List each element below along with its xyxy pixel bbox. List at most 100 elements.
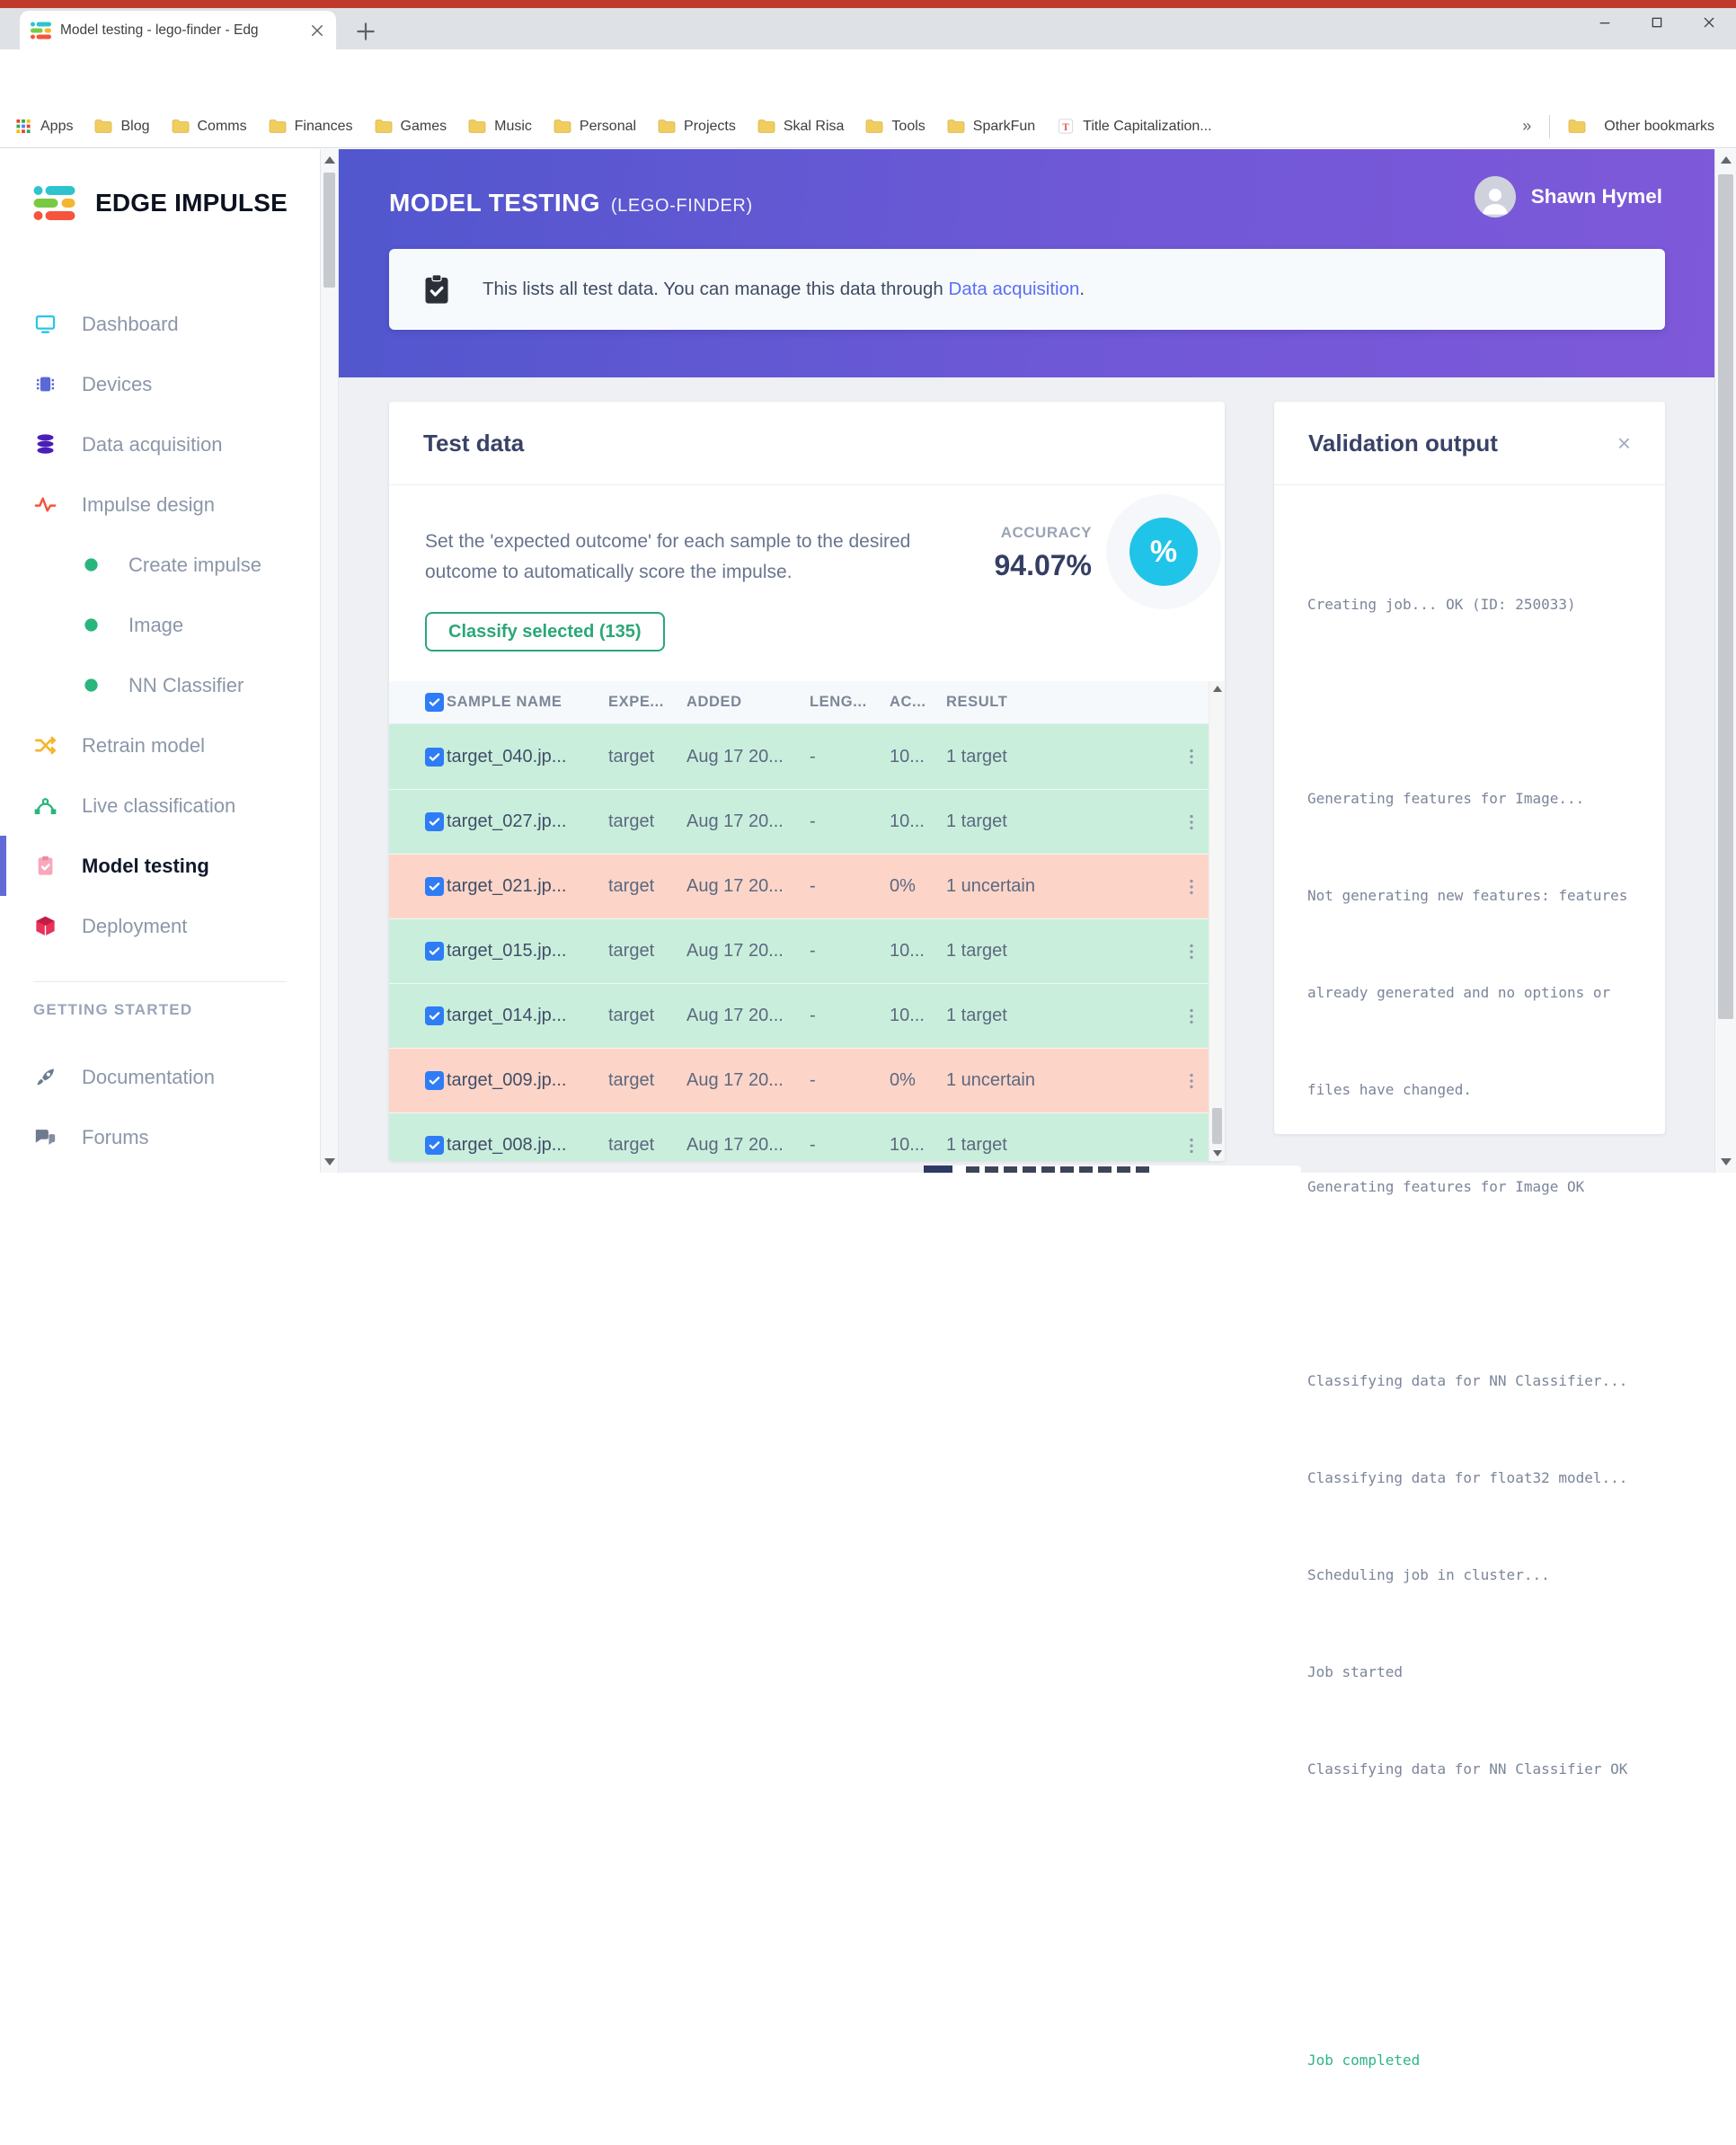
sidebar-scrollbar[interactable]: [320, 149, 339, 1173]
sidebar-item[interactable]: Forums: [0, 1107, 320, 1167]
page-scrollbar[interactable]: [1714, 149, 1736, 1173]
length-cell: -: [810, 1135, 816, 1155]
console-output: Creating job... OK (ID: 250033) Generati…: [1274, 485, 1665, 2145]
row-menu-icon[interactable]: [1182, 876, 1201, 898]
console-line: Creating job... OK (ID: 250033): [1307, 596, 1576, 613]
bookmark-item[interactable]: Apps: [14, 119, 73, 135]
avatar[interactable]: [1474, 176, 1516, 217]
select-all-checkbox[interactable]: [425, 693, 444, 712]
new-tab-button[interactable]: [354, 20, 377, 43]
row-checkbox[interactable]: [425, 812, 444, 831]
user-menu[interactable]: Shawn Hymel: [1474, 176, 1662, 217]
bookmark-item[interactable]: SparkFun: [947, 119, 1035, 135]
bookmark-item[interactable]: T Title Capitalization...: [1057, 119, 1212, 135]
check-icon: [428, 1009, 441, 1023]
column-header[interactable]: RESULT: [946, 694, 1174, 711]
sidebar-item[interactable]: Create impulse: [0, 535, 320, 595]
scroll-up-arrow[interactable]: [1212, 686, 1222, 692]
sidebar-item[interactable]: Live classification: [0, 776, 320, 836]
folder-icon: [172, 119, 190, 134]
minimize-button[interactable]: [1598, 15, 1612, 30]
brand-logo[interactable]: EDGE IMPULSE: [33, 185, 288, 221]
table-row[interactable]: target_027.jp... target Aug 17 20... - 1…: [389, 789, 1225, 854]
table-row[interactable]: target_009.jp... target Aug 17 20... - 0…: [389, 1048, 1225, 1112]
table-row[interactable]: target_015.jp... target Aug 17 20... - 1…: [389, 918, 1225, 983]
expected-cell: target: [608, 1135, 655, 1155]
bookmarks-overflow-chevron[interactable]: »: [1522, 117, 1531, 136]
sidebar-item[interactable]: Impulse design: [0, 474, 320, 535]
row-checkbox[interactable]: [425, 1006, 444, 1025]
row-checkbox[interactable]: [425, 1071, 444, 1090]
sidebar-item[interactable]: Dashboard: [0, 294, 320, 354]
column-header[interactable]: ADDED: [686, 694, 810, 711]
row-menu-icon[interactable]: [1182, 941, 1201, 962]
clipboard-check-icon: [33, 854, 58, 878]
sidebar-item[interactable]: Data acquisition: [0, 414, 320, 474]
row-menu-icon[interactable]: [1182, 811, 1201, 833]
added-cell: Aug 17 20...: [686, 811, 784, 831]
scroll-down-arrow[interactable]: [323, 1158, 335, 1166]
row-checkbox[interactable]: [425, 1136, 444, 1155]
column-header[interactable]: LENG...: [810, 694, 890, 711]
banner-text-before: This lists all test data. You can manage…: [483, 279, 949, 299]
bookmark-item[interactable]: Comms: [172, 119, 247, 135]
added-cell: Aug 17 20...: [686, 876, 784, 896]
bookmark-item[interactable]: Tools: [865, 119, 926, 135]
scrollbar-thumb[interactable]: [1212, 1108, 1222, 1144]
scroll-down-arrow[interactable]: [1212, 1150, 1222, 1157]
row-menu-icon[interactable]: [1182, 1006, 1201, 1027]
bookmark-item[interactable]: Music: [468, 119, 532, 135]
data-acquisition-link[interactable]: Data acquisition: [949, 279, 1080, 299]
row-menu-icon[interactable]: [1182, 1135, 1201, 1157]
database-icon: [33, 432, 58, 456]
sidebar-item[interactable]: Retrain model: [0, 715, 320, 776]
section-label: GETTING STARTED: [33, 1001, 193, 1018]
added-cell: Aug 17 20...: [686, 1135, 784, 1155]
column-header[interactable]: SAMPLE NAME: [447, 694, 608, 711]
bookmark-item[interactable]: Blog: [94, 119, 150, 135]
table-row[interactable]: target_021.jp... target Aug 17 20... - 0…: [389, 854, 1225, 918]
card-title: Test data: [423, 429, 525, 456]
classify-selected-button[interactable]: Classify selected (135): [425, 612, 665, 651]
bookmark-item[interactable]: Games: [375, 119, 447, 135]
row-menu-icon[interactable]: [1182, 1070, 1201, 1092]
table-row[interactable]: target_014.jp... target Aug 17 20... - 1…: [389, 983, 1225, 1048]
test-data-card: Test data Set the 'expected outcome' for…: [389, 402, 1225, 1161]
sidebar-item[interactable]: Documentation: [0, 1047, 320, 1107]
bookmark-item[interactable]: Skal Risa: [757, 119, 844, 135]
scroll-down-arrow[interactable]: [1720, 1158, 1732, 1166]
scrollbar-thumb[interactable]: [323, 173, 335, 288]
table-scrollbar[interactable]: [1209, 681, 1225, 1161]
table-header: SAMPLE NAME EXPE... ADDED LENG... AC... …: [389, 681, 1225, 724]
column-header[interactable]: AC...: [890, 694, 946, 711]
bookmark-item[interactable]: Personal: [554, 119, 636, 135]
row-checkbox[interactable]: [425, 747, 444, 767]
column-header[interactable]: EXPE...: [608, 694, 686, 711]
sidebar-item[interactable]: Image: [0, 595, 320, 655]
close-icon[interactable]: ×: [1617, 431, 1631, 455]
sidebar-item[interactable]: NN Classifier: [0, 655, 320, 715]
sidebar-item[interactable]: Model testing: [0, 836, 320, 896]
accuracy-cell: 0%: [890, 1070, 916, 1090]
maximize-button[interactable]: [1650, 15, 1664, 30]
browser-tab[interactable]: Model testing - lego-finder - Edg: [20, 11, 336, 49]
edge-impulse-logo-icon: [33, 185, 75, 221]
bookmark-item[interactable]: Projects: [658, 119, 736, 135]
tab-close-icon[interactable]: [309, 22, 325, 39]
other-bookmarks[interactable]: Other bookmarks: [1604, 119, 1714, 135]
table-row[interactable]: target_008.jp... target Aug 17 20... - 1…: [389, 1112, 1225, 1161]
scrollbar-thumb[interactable]: [1718, 174, 1733, 1019]
scroll-up-arrow[interactable]: [323, 156, 335, 164]
bookmark-item[interactable]: Finances: [269, 119, 353, 135]
sidebar-item[interactable]: Devices: [0, 354, 320, 414]
scroll-up-arrow[interactable]: [1720, 156, 1732, 164]
sidebar-item[interactable]: Deployment: [0, 896, 320, 956]
close-window-button[interactable]: [1702, 15, 1716, 30]
row-checkbox[interactable]: [425, 942, 444, 961]
row-menu-icon[interactable]: [1182, 746, 1201, 767]
row-checkbox[interactable]: [425, 877, 444, 896]
console-line: Classifying data for NN Classifier...: [1307, 1372, 1628, 1389]
table-row[interactable]: target_040.jp... target Aug 17 20... - 1…: [389, 724, 1225, 789]
